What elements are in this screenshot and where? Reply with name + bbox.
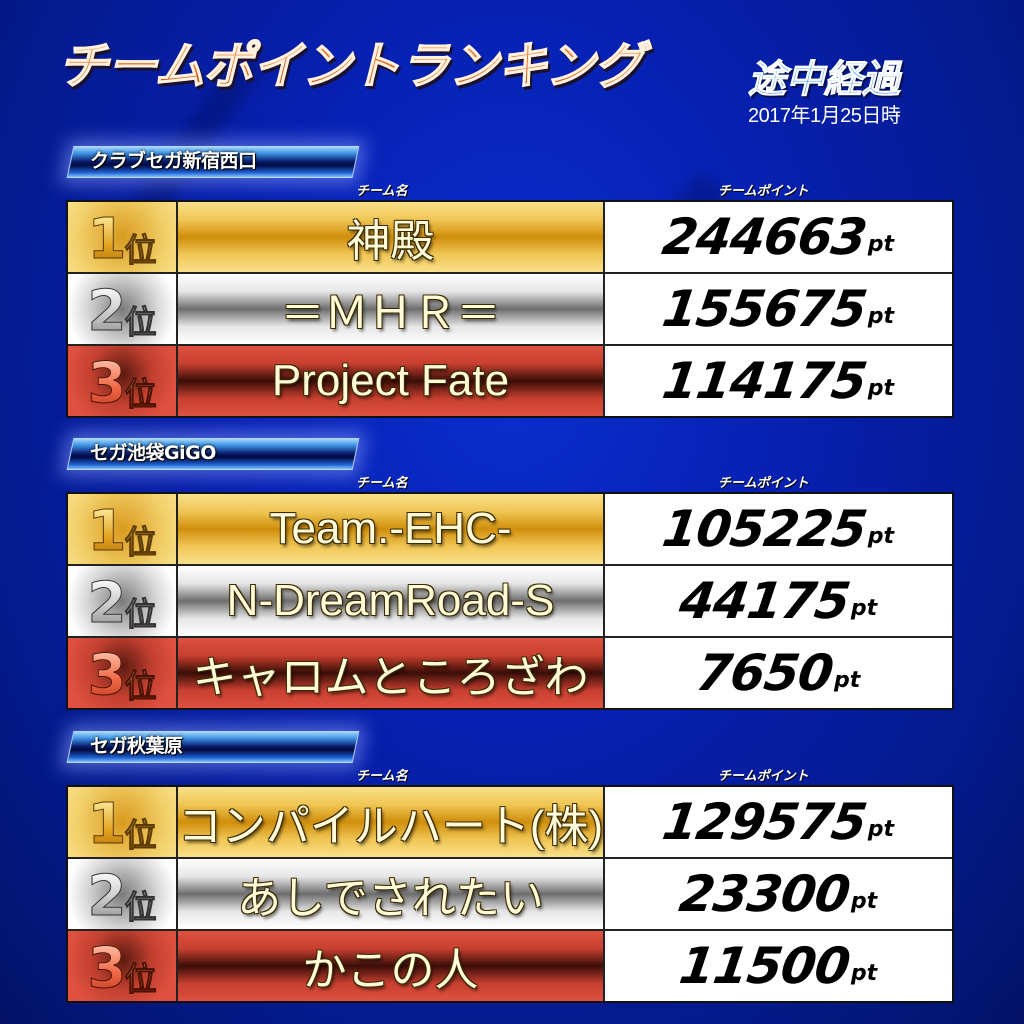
rank-number: 1 bbox=[87, 207, 127, 272]
points-unit: pt bbox=[850, 595, 878, 621]
rank-suffix: 位 bbox=[124, 375, 157, 413]
ranking-table: 1位 神殿 244663 pt 2位 ＝ＭＨＲ＝ 155675 pt 3位 Proj… bbox=[66, 200, 954, 418]
column-header-team-points: チームポイント bbox=[718, 184, 809, 199]
points-value: 105225 bbox=[658, 500, 870, 558]
column-header-team-name: チーム名 bbox=[356, 476, 408, 491]
rank-suffix: 位 bbox=[124, 816, 157, 854]
rank-suffix: 位 bbox=[124, 888, 157, 926]
rank-suffix: 位 bbox=[124, 231, 157, 269]
team-name: コンパイルハート(株) bbox=[178, 787, 605, 857]
rank-number: 3 bbox=[87, 351, 127, 416]
team-name: ＝ＭＨＲ＝ bbox=[178, 274, 605, 344]
rank-number: 1 bbox=[87, 499, 127, 564]
store-name: クラブセガ新宿西口 bbox=[90, 150, 257, 172]
table-row: 2位 あしでされたい 23300 pt bbox=[68, 859, 952, 931]
table-row: 1位 コンパイルハート(株) 129575 pt bbox=[68, 787, 952, 859]
team-points: 105225 pt bbox=[605, 494, 952, 564]
column-header-team-points: チームポイント bbox=[718, 769, 809, 784]
team-points: 114175 pt bbox=[605, 346, 952, 416]
team-points: 155675 pt bbox=[605, 274, 952, 344]
team-points: 44175 pt bbox=[605, 566, 952, 636]
interim-label: 途中経過 bbox=[747, 48, 900, 103]
rank-number: 2 bbox=[87, 571, 127, 636]
rank-badge: 3位 bbox=[68, 638, 178, 708]
rank-badge: 2位 bbox=[68, 566, 178, 636]
points-unit: pt bbox=[833, 667, 861, 693]
points-unit: pt bbox=[867, 523, 894, 549]
rank-number: 3 bbox=[87, 936, 127, 1001]
points-value: 155675 bbox=[658, 280, 870, 338]
points-value: 11500 bbox=[675, 937, 853, 995]
team-name: N-DreamRoad-S bbox=[178, 566, 605, 636]
table-row: 3位 かこの人 11500 pt bbox=[68, 931, 952, 1001]
team-points: 7650 pt bbox=[605, 638, 952, 708]
column-header-team-name: チーム名 bbox=[356, 769, 408, 784]
rank-number: 2 bbox=[87, 279, 127, 344]
points-value: 23300 bbox=[675, 865, 853, 923]
rank-badge: 3位 bbox=[68, 346, 178, 416]
rank-suffix: 位 bbox=[124, 303, 157, 341]
store-name: セガ秋葉原 bbox=[90, 735, 183, 757]
table-row: 1位 神殿 244663 pt bbox=[68, 202, 952, 274]
points-unit: pt bbox=[867, 816, 894, 842]
rank-number: 2 bbox=[87, 864, 127, 929]
rank-number: 3 bbox=[87, 643, 127, 708]
points-unit: pt bbox=[867, 375, 894, 401]
team-points: 129575 pt bbox=[605, 787, 952, 857]
team-name: 神殿 bbox=[178, 202, 605, 272]
points-value: 244663 bbox=[658, 208, 870, 266]
rank-suffix: 位 bbox=[124, 667, 157, 705]
team-points: 11500 pt bbox=[605, 931, 952, 1001]
timestamp: 2017年1月25日時 bbox=[748, 105, 901, 127]
table-row: 3位 キャロムところざわ 7650 pt bbox=[68, 638, 952, 708]
points-value: 7650 bbox=[692, 644, 837, 702]
points-value: 44175 bbox=[675, 572, 853, 630]
table-row: 1位 Team.-EHC- 105225 pt bbox=[68, 494, 952, 566]
column-header-team-points: チームポイント bbox=[718, 476, 809, 491]
team-name: Project Fate bbox=[178, 346, 605, 416]
rank-suffix: 位 bbox=[124, 595, 157, 633]
table-row: 2位 N-DreamRoad-S 44175 pt bbox=[68, 566, 952, 638]
rank-number: 1 bbox=[87, 792, 127, 857]
rank-badge: 1位 bbox=[68, 202, 178, 272]
team-name: かこの人 bbox=[178, 931, 605, 1001]
points-unit: pt bbox=[867, 303, 894, 329]
rank-badge: 1位 bbox=[68, 494, 178, 564]
rank-badge: 2位 bbox=[68, 859, 178, 929]
points-unit: pt bbox=[850, 960, 878, 986]
ranking-table: 1位 コンパイルハート(株) 129575 pt 2位 あしでされたい 23300… bbox=[66, 785, 954, 1003]
rank-badge: 3位 bbox=[68, 931, 178, 1001]
points-unit: pt bbox=[867, 231, 894, 257]
team-name: キャロムところざわ bbox=[178, 638, 605, 708]
page-title: チームポイントランキング bbox=[57, 26, 645, 98]
team-name: Team.-EHC- bbox=[178, 494, 605, 564]
rank-suffix: 位 bbox=[124, 960, 157, 998]
store-name: セガ池袋GiGO bbox=[90, 442, 216, 464]
points-value: 129575 bbox=[658, 793, 870, 851]
team-name: あしでされたい bbox=[178, 859, 605, 929]
rank-badge: 2位 bbox=[68, 274, 178, 344]
table-row: 2位 ＝ＭＨＲ＝ 155675 pt bbox=[68, 274, 952, 346]
rank-suffix: 位 bbox=[124, 523, 157, 561]
points-value: 114175 bbox=[658, 352, 870, 410]
points-unit: pt bbox=[850, 888, 878, 914]
rank-badge: 1位 bbox=[68, 787, 178, 857]
team-points: 23300 pt bbox=[605, 859, 952, 929]
table-row: 3位 Project Fate 114175 pt bbox=[68, 346, 952, 416]
team-points: 244663 pt bbox=[605, 202, 952, 272]
ranking-table: 1位 Team.-EHC- 105225 pt 2位 N-DreamRoad-S … bbox=[66, 492, 954, 710]
column-header-team-name: チーム名 bbox=[356, 184, 408, 199]
